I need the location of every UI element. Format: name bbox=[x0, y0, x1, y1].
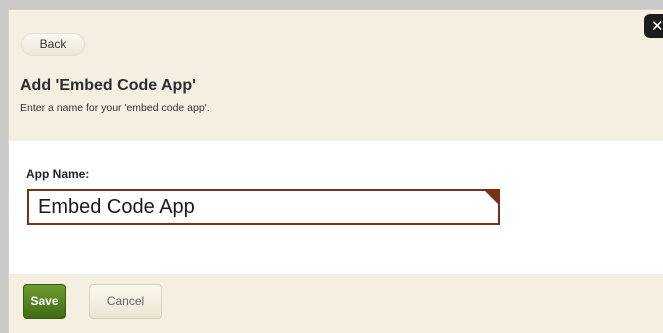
back-button[interactable]: Back bbox=[21, 33, 85, 56]
close-icon[interactable]: ✕ bbox=[644, 14, 663, 38]
form-panel: App Name: bbox=[9, 141, 663, 274]
dialog-subtitle: Enter a name for your 'embed code app'. bbox=[20, 102, 210, 114]
required-indicator-icon bbox=[485, 191, 498, 204]
cancel-button[interactable]: Cancel bbox=[89, 284, 162, 319]
app-name-label: App Name: bbox=[26, 167, 90, 181]
add-app-dialog: Back Add 'Embed Code App' Enter a name f… bbox=[8, 9, 663, 333]
save-button[interactable]: Save bbox=[23, 284, 66, 319]
app-name-input[interactable] bbox=[27, 189, 500, 225]
dialog-title: Add 'Embed Code App' bbox=[20, 77, 196, 94]
